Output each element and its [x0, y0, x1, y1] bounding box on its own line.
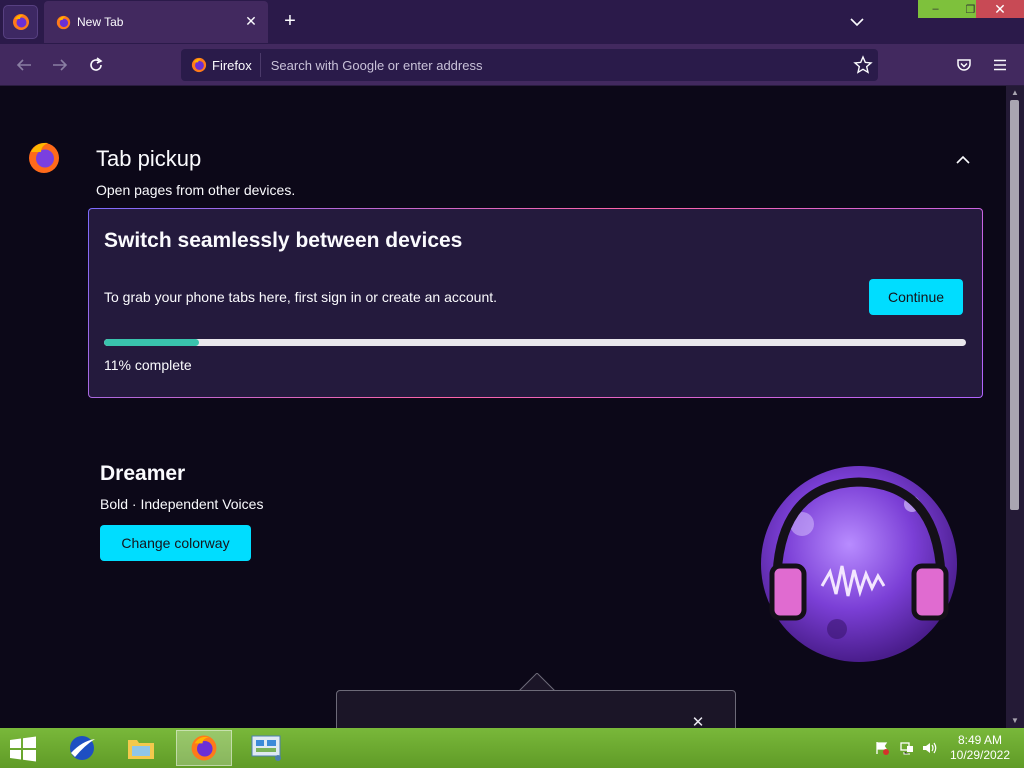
screen: New Tab ✕ + – ❐ ✕ Firefox Search with Go… — [0, 0, 1024, 768]
app-menu-button[interactable] — [987, 53, 1013, 77]
arrow-right-icon — [53, 59, 68, 71]
taskbar-file-explorer[interactable] — [113, 730, 169, 766]
action-center-flag-icon[interactable] — [874, 741, 890, 755]
pocket-icon — [957, 59, 971, 71]
tab-pickup-heading: Tab pickup — [96, 146, 202, 171]
identity-label: Firefox — [212, 57, 252, 73]
search-input[interactable] — [270, 57, 878, 73]
taskbar-control-panel[interactable] — [238, 730, 294, 766]
firefox-icon — [56, 15, 71, 29]
card-description: To grab your phone tabs here, first sign… — [104, 289, 498, 305]
change-colorway-button[interactable]: Change colorway — [100, 525, 251, 561]
firefox-logo-icon — [29, 142, 59, 173]
tab-strip: New Tab ✕ + – ❐ ✕ — [0, 0, 1024, 44]
colorway-subtitle: Bold · Independent Voices — [100, 496, 264, 512]
colorway-title: Dreamer — [100, 462, 186, 485]
clock-date: 10/29/2022 — [949, 748, 1011, 762]
card-title: Switch seamlessly between devices — [104, 229, 463, 252]
firefox-icon — [191, 735, 217, 761]
chevron-up-icon[interactable] — [952, 152, 974, 168]
hamburger-menu-icon — [994, 59, 1006, 71]
network-icon[interactable] — [899, 741, 915, 755]
url-bar[interactable]: Firefox — [181, 49, 878, 81]
windows-start-icon[interactable] — [8, 736, 38, 762]
folder-icon — [128, 740, 154, 759]
tab-title: New Tab — [77, 15, 124, 29]
system-clock[interactable]: 8:49 AM 10/29/2022 — [944, 733, 1016, 763]
notification-popover: ✕ — [336, 690, 736, 728]
arrow-left-icon — [16, 59, 31, 71]
scroll-down-icon[interactable]: ▼ — [1010, 716, 1020, 726]
new-tab-page: Tab pickup Open pages from other devices… — [0, 86, 1006, 728]
colorway-illustration — [761, 466, 957, 662]
globe-app-icon — [70, 736, 95, 760]
popover-close-icon[interactable]: ✕ — [691, 715, 705, 728]
firefox-icon — [12, 14, 29, 30]
taskbar-firefox[interactable] — [176, 730, 232, 766]
continue-button[interactable]: Continue — [869, 279, 963, 315]
tab-new-tab[interactable]: New Tab ✕ — [44, 1, 268, 43]
clock-time: 8:49 AM — [957, 733, 1003, 747]
pocket-button[interactable] — [951, 53, 977, 77]
navigation-toolbar: Firefox — [0, 44, 1024, 86]
back-button[interactable] — [11, 53, 37, 77]
tab-pickup-subheading: Open pages from other devices. — [96, 182, 296, 198]
volume-icon[interactable] — [922, 741, 938, 755]
forward-button[interactable] — [47, 53, 73, 77]
tab-close-icon[interactable]: ✕ — [244, 14, 258, 28]
progress-bar — [104, 339, 966, 346]
chevron-down-icon[interactable] — [846, 12, 868, 32]
reload-button[interactable] — [83, 53, 109, 77]
progress-label: 11% complete — [104, 357, 192, 373]
bookmark-star-icon[interactable] — [852, 54, 874, 76]
firefox-view-button[interactable] — [3, 5, 38, 39]
control-panel-icon — [251, 735, 281, 761]
page-scrollbar[interactable]: ▲ ▼ — [1006, 86, 1024, 728]
taskbar: 8:49 AM 10/29/2022 — [0, 728, 1024, 768]
scrollbar-thumb[interactable] — [1010, 100, 1019, 510]
reload-icon — [90, 57, 103, 71]
taskbar-browser-app[interactable] — [54, 730, 110, 766]
new-tab-button[interactable]: + — [278, 10, 302, 34]
progress-bar-fill — [104, 339, 199, 346]
sync-setup-card: Switch seamlessly between devices To gra… — [88, 208, 983, 398]
firefox-icon — [191, 57, 207, 73]
minimize-button[interactable]: – — [918, 0, 953, 18]
scroll-up-icon[interactable]: ▲ — [1010, 88, 1020, 98]
close-window-button[interactable]: ✕ — [976, 0, 1024, 18]
identity-box[interactable]: Firefox — [187, 53, 261, 77]
